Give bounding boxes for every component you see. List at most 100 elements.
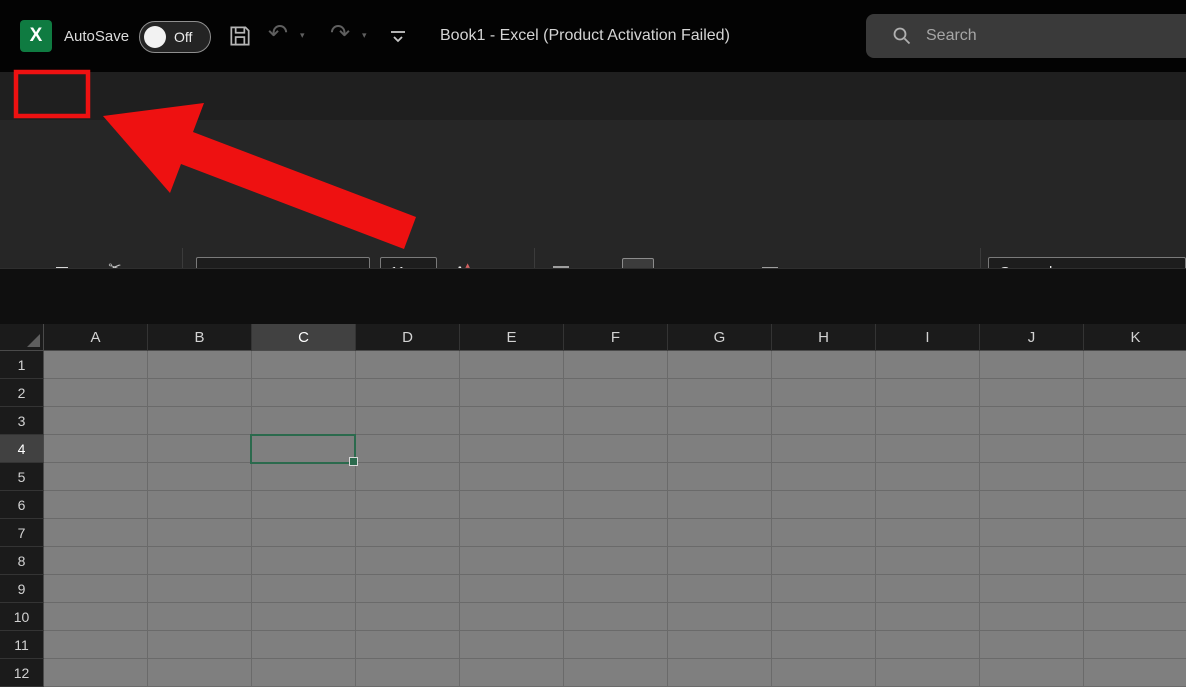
- select-all-corner[interactable]: [0, 324, 44, 351]
- cell-I9[interactable]: [876, 575, 980, 603]
- cell-H7[interactable]: [772, 519, 876, 547]
- cell-E8[interactable]: [460, 547, 564, 575]
- cell-G6[interactable]: [668, 491, 772, 519]
- cell-H1[interactable]: [772, 351, 876, 379]
- undo-dropdown[interactable]: ▾: [300, 32, 305, 41]
- cell-D6[interactable]: [356, 491, 460, 519]
- cell-C4[interactable]: [252, 435, 356, 463]
- cell-B10[interactable]: [148, 603, 252, 631]
- cell-B6[interactable]: [148, 491, 252, 519]
- cell-K12[interactable]: [1084, 659, 1186, 687]
- cell-C5[interactable]: [252, 463, 356, 491]
- row-header-7[interactable]: 7: [0, 519, 44, 547]
- cell-F4[interactable]: [564, 435, 668, 463]
- cell-F1[interactable]: [564, 351, 668, 379]
- row-header-1[interactable]: 1: [0, 351, 44, 379]
- cell-G3[interactable]: [668, 407, 772, 435]
- cell-I11[interactable]: [876, 631, 980, 659]
- cell-G4[interactable]: [668, 435, 772, 463]
- column-header-D[interactable]: D: [356, 324, 460, 351]
- row-header-11[interactable]: 11: [0, 631, 44, 659]
- cell-I7[interactable]: [876, 519, 980, 547]
- cell-K4[interactable]: [1084, 435, 1186, 463]
- cell-H8[interactable]: [772, 547, 876, 575]
- cell-D3[interactable]: [356, 407, 460, 435]
- cell-D10[interactable]: [356, 603, 460, 631]
- cell-I12[interactable]: [876, 659, 980, 687]
- cell-I6[interactable]: [876, 491, 980, 519]
- column-header-A[interactable]: A: [44, 324, 148, 351]
- column-header-K[interactable]: K: [1084, 324, 1186, 351]
- cell-E6[interactable]: [460, 491, 564, 519]
- cell-D2[interactable]: [356, 379, 460, 407]
- cell-F8[interactable]: [564, 547, 668, 575]
- cell-J11[interactable]: [980, 631, 1084, 659]
- cell-E1[interactable]: [460, 351, 564, 379]
- cell-F9[interactable]: [564, 575, 668, 603]
- cell-E2[interactable]: [460, 379, 564, 407]
- cell-J6[interactable]: [980, 491, 1084, 519]
- cell-H9[interactable]: [772, 575, 876, 603]
- cell-J4[interactable]: [980, 435, 1084, 463]
- cell-E7[interactable]: [460, 519, 564, 547]
- cell-H4[interactable]: [772, 435, 876, 463]
- row-header-8[interactable]: 8: [0, 547, 44, 575]
- cell-D4[interactable]: [356, 435, 460, 463]
- cell-K2[interactable]: [1084, 379, 1186, 407]
- cell-A6[interactable]: [44, 491, 148, 519]
- cell-H5[interactable]: [772, 463, 876, 491]
- row-header-4[interactable]: 4: [0, 435, 44, 463]
- cell-K8[interactable]: [1084, 547, 1186, 575]
- column-header-C[interactable]: C: [252, 324, 356, 351]
- cell-H10[interactable]: [772, 603, 876, 631]
- column-header-B[interactable]: B: [148, 324, 252, 351]
- cell-D7[interactable]: [356, 519, 460, 547]
- column-header-J[interactable]: J: [980, 324, 1084, 351]
- cell-F2[interactable]: [564, 379, 668, 407]
- cell-A3[interactable]: [44, 407, 148, 435]
- cell-C10[interactable]: [252, 603, 356, 631]
- cell-H12[interactable]: [772, 659, 876, 687]
- cell-B11[interactable]: [148, 631, 252, 659]
- cell-D5[interactable]: [356, 463, 460, 491]
- redo-button[interactable]: ↷: [330, 21, 350, 45]
- cell-F10[interactable]: [564, 603, 668, 631]
- cell-H3[interactable]: [772, 407, 876, 435]
- cell-A8[interactable]: [44, 547, 148, 575]
- row-header-3[interactable]: 3: [0, 407, 44, 435]
- cell-A10[interactable]: [44, 603, 148, 631]
- cell-J5[interactable]: [980, 463, 1084, 491]
- cell-B12[interactable]: [148, 659, 252, 687]
- cell-I4[interactable]: [876, 435, 980, 463]
- cell-B5[interactable]: [148, 463, 252, 491]
- cell-I3[interactable]: [876, 407, 980, 435]
- cell-I1[interactable]: [876, 351, 980, 379]
- cell-E10[interactable]: [460, 603, 564, 631]
- cell-B1[interactable]: [148, 351, 252, 379]
- row-header-12[interactable]: 12: [0, 659, 44, 687]
- cell-D1[interactable]: [356, 351, 460, 379]
- cell-I8[interactable]: [876, 547, 980, 575]
- cell-C9[interactable]: [252, 575, 356, 603]
- cell-G7[interactable]: [668, 519, 772, 547]
- row-header-2[interactable]: 2: [0, 379, 44, 407]
- cell-A7[interactable]: [44, 519, 148, 547]
- cell-F12[interactable]: [564, 659, 668, 687]
- redo-dropdown[interactable]: ▾: [362, 32, 367, 41]
- cell-B8[interactable]: [148, 547, 252, 575]
- cell-A9[interactable]: [44, 575, 148, 603]
- cell-E5[interactable]: [460, 463, 564, 491]
- save-button[interactable]: [227, 23, 253, 54]
- cell-C1[interactable]: [252, 351, 356, 379]
- quick-access-toolbar-button[interactable]: [388, 26, 408, 51]
- cell-E12[interactable]: [460, 659, 564, 687]
- row-header-5[interactable]: 5: [0, 463, 44, 491]
- cell-C7[interactable]: [252, 519, 356, 547]
- column-header-G[interactable]: G: [668, 324, 772, 351]
- column-header-I[interactable]: I: [876, 324, 980, 351]
- cell-J12[interactable]: [980, 659, 1084, 687]
- column-header-F[interactable]: F: [564, 324, 668, 351]
- cell-C2[interactable]: [252, 379, 356, 407]
- cell-G8[interactable]: [668, 547, 772, 575]
- cell-F7[interactable]: [564, 519, 668, 547]
